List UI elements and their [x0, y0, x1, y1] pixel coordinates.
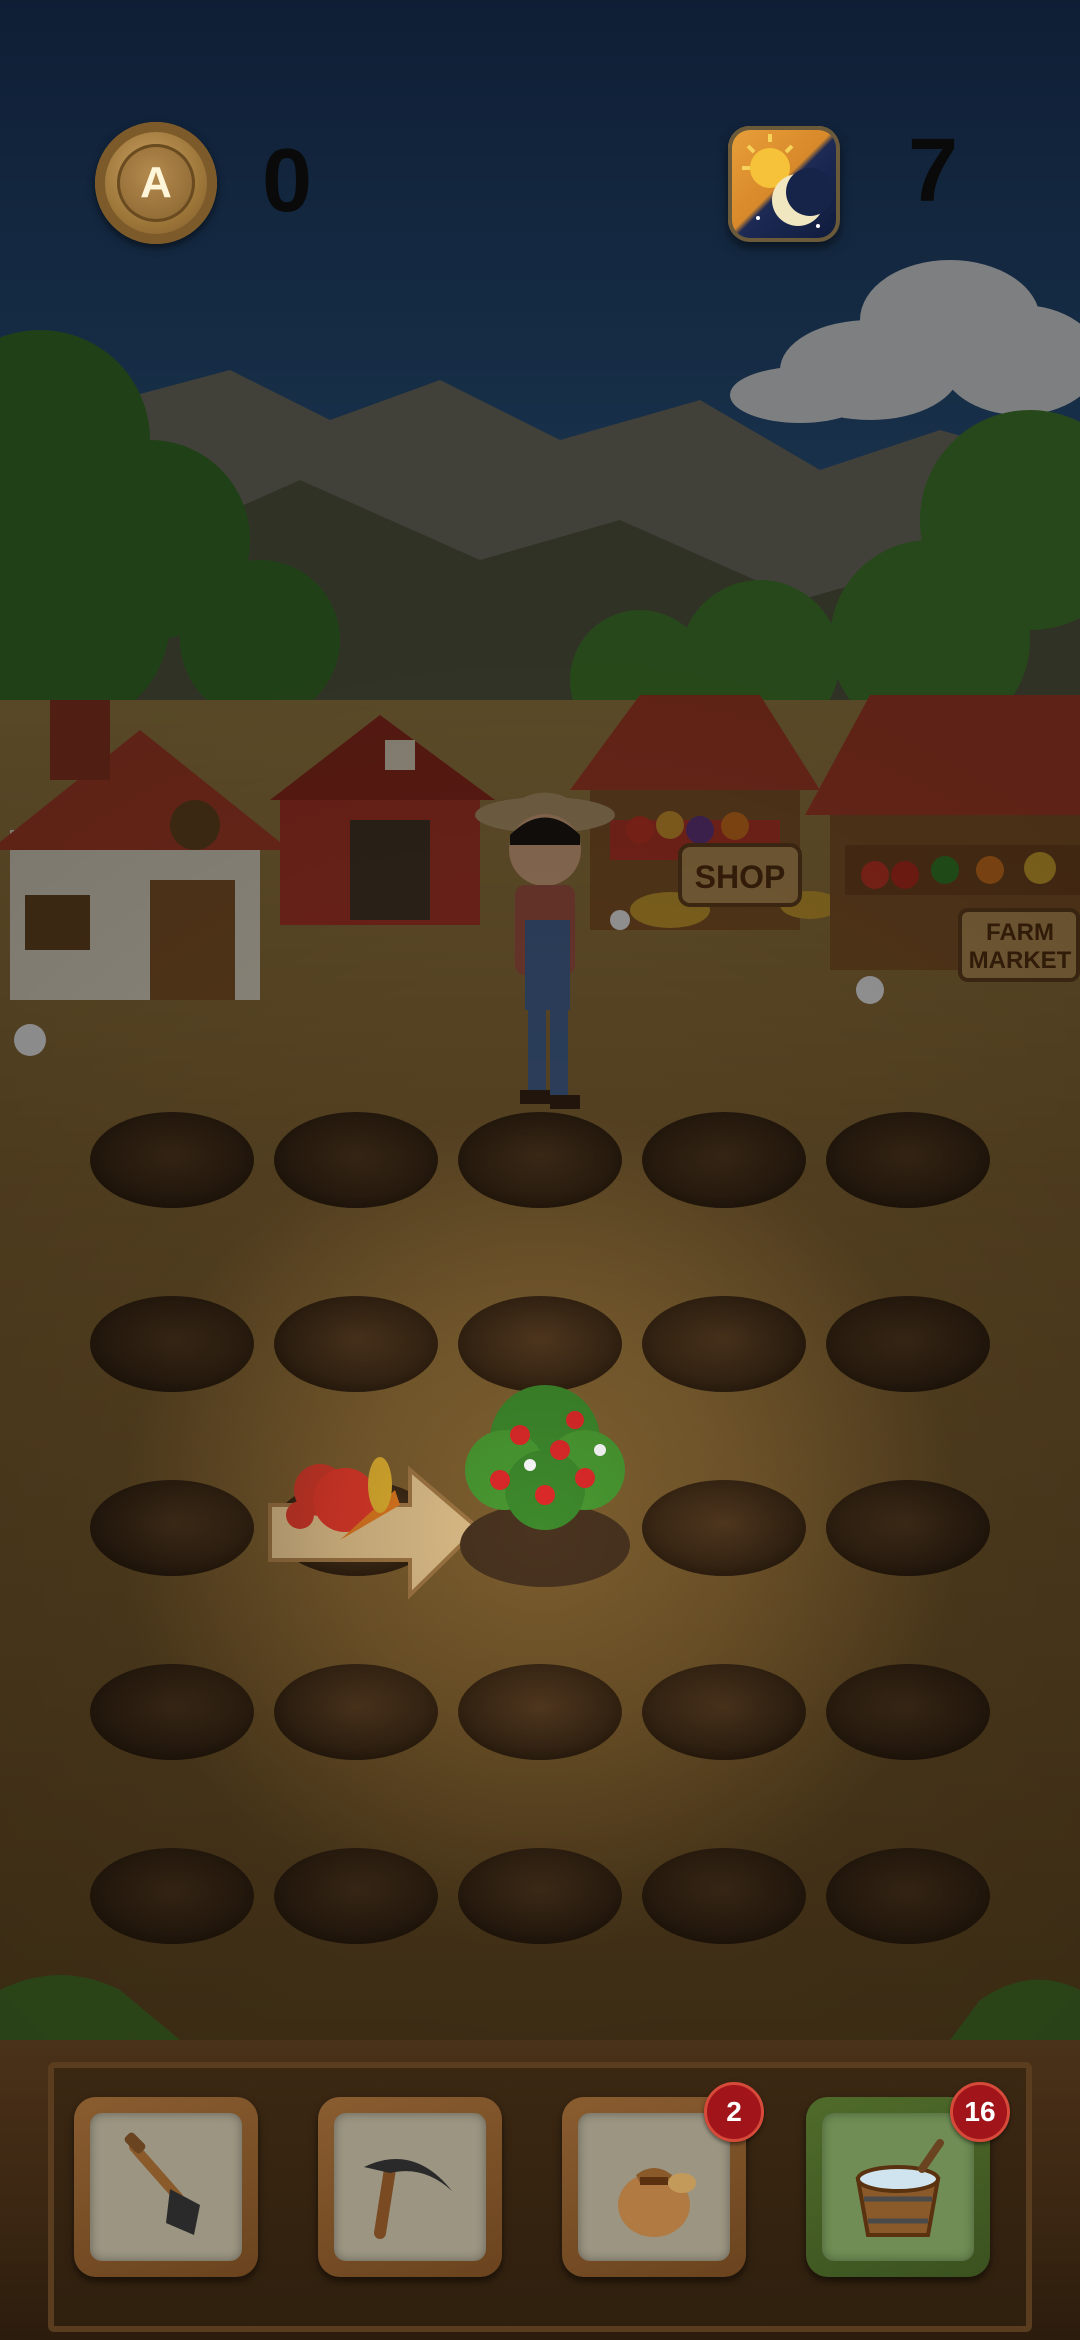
soil-plot-r5-c5[interactable]: [826, 1848, 990, 1944]
soil-plot-r5-c1[interactable]: [90, 1848, 254, 1944]
water-count-badge: 16: [950, 2082, 1010, 2142]
soil-plot-r1-c4[interactable]: [642, 1112, 806, 1208]
sickle-icon: [364, 2159, 452, 2239]
shovel-icon: [124, 2132, 200, 2235]
water-bucket-icon: [855, 2139, 944, 2237]
soil-plot-r2-c1[interactable]: [90, 1296, 254, 1392]
soil-plot-r5-c3[interactable]: [458, 1848, 622, 1944]
soil-plot-r4-c4[interactable]: [642, 1664, 806, 1760]
coin-icon: A: [95, 122, 217, 244]
soil-plot-r1-c5[interactable]: [826, 1112, 990, 1208]
farm-scene: SHOP FARM MARKET: [0, 0, 1080, 2040]
day-count: 7: [908, 121, 959, 221]
soil-plot-r1-c2[interactable]: [274, 1112, 438, 1208]
market-sign-line2: MARKET: [969, 947, 1072, 974]
soil-plot-r4-c5[interactable]: [826, 1664, 990, 1760]
soil-plot-r3-c4[interactable]: [642, 1480, 806, 1576]
tool-slot-sickle[interactable]: [318, 2097, 502, 2277]
shop-sign: SHOP: [695, 859, 786, 895]
soil-plot-r2-c5[interactable]: [826, 1296, 990, 1392]
soil-plot-r4-c3[interactable]: [458, 1664, 622, 1760]
coin-count: 0: [262, 131, 313, 231]
seed-bag-icon: [618, 2168, 696, 2237]
coin-icon-letter: A: [117, 144, 195, 222]
soil-plot-r1-c3[interactable]: [458, 1112, 622, 1208]
soil-plot-r1-c1[interactable]: [90, 1112, 254, 1208]
soil-plot-r4-c2[interactable]: [274, 1664, 438, 1760]
soil-plot-r2-c2[interactable]: [274, 1296, 438, 1392]
soil-plot-r5-c4[interactable]: [642, 1848, 806, 1944]
day-night-icon: [728, 126, 840, 242]
soil-plot-r2-c3[interactable]: [458, 1296, 622, 1392]
soil-plot-r4-c1[interactable]: [90, 1664, 254, 1760]
tool-slot-shovel[interactable]: [74, 2097, 258, 2277]
market-sign-line1: FARM: [986, 919, 1054, 946]
soil-plot-r3-c5[interactable]: [826, 1480, 990, 1576]
seed-bag-count-badge: 2: [704, 2082, 764, 2142]
soil-plot-r3-c1[interactable]: [90, 1480, 254, 1576]
soil-plot-r2-c4[interactable]: [642, 1296, 806, 1392]
soil-plot-r5-c2[interactable]: [274, 1848, 438, 1944]
